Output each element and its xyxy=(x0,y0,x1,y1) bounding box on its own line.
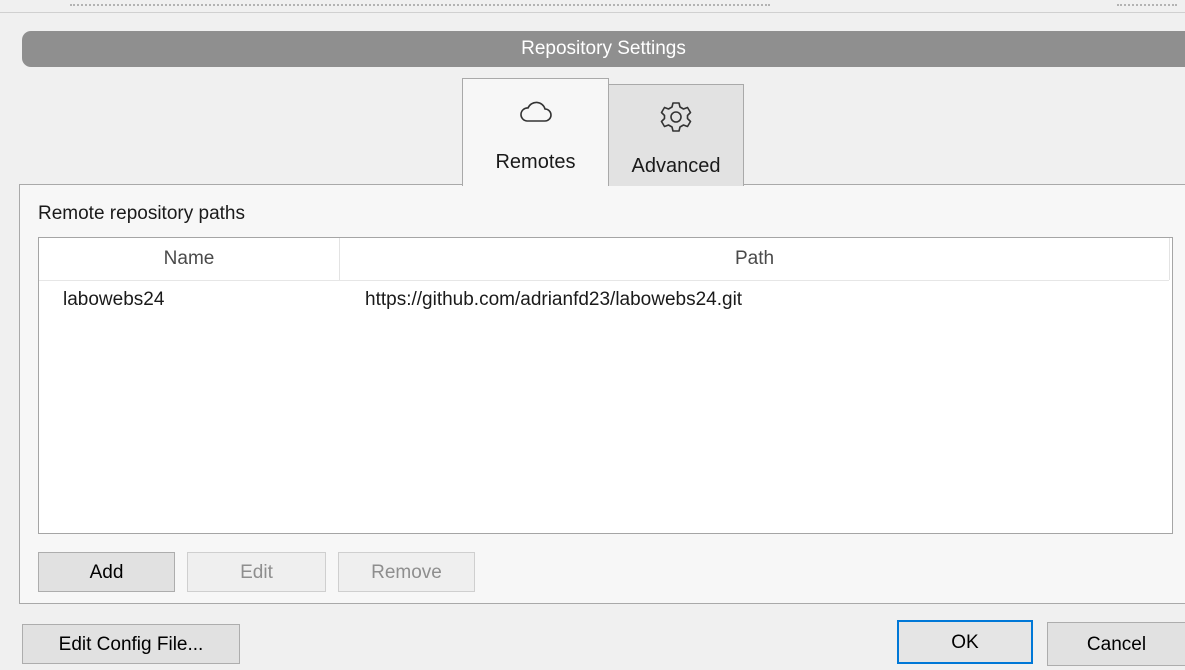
remove-remote-button[interactable]: Remove xyxy=(338,552,475,592)
add-remote-button[interactable]: Add xyxy=(38,552,175,592)
edit-remote-button[interactable]: Edit xyxy=(187,552,326,592)
remote-name: labowebs24 xyxy=(63,289,165,310)
column-header-path[interactable]: Path xyxy=(340,238,1170,280)
edit-config-file-button[interactable]: Edit Config File... xyxy=(22,624,240,664)
cancel-button[interactable]: Cancel xyxy=(1047,622,1185,666)
gear-icon xyxy=(658,99,694,140)
remotes-panel: Remote repository paths Name Path labowe… xyxy=(19,184,1185,604)
section-label: Remote repository paths xyxy=(38,203,245,224)
column-header-name[interactable]: Name xyxy=(39,238,340,280)
background-window-strip xyxy=(0,0,1185,13)
cloud-icon xyxy=(519,99,553,130)
tab-remotes[interactable]: Remotes xyxy=(462,78,609,186)
dialog-title: Repository Settings xyxy=(22,31,1185,67)
table-header: Name Path xyxy=(39,238,1170,281)
tab-label: Remotes xyxy=(495,151,576,173)
tab-advanced[interactable]: Advanced xyxy=(608,84,744,186)
remote-path: https://github.com/adrianfd23/labowebs24… xyxy=(365,289,743,310)
remotes-table[interactable]: Name Path labowebs24 https://github.com/… xyxy=(38,237,1173,534)
tab-label: Advanced xyxy=(631,155,721,177)
ok-button[interactable]: OK xyxy=(897,620,1033,664)
table-row[interactable]: labowebs24 https://github.com/adrianfd23… xyxy=(39,282,1169,318)
